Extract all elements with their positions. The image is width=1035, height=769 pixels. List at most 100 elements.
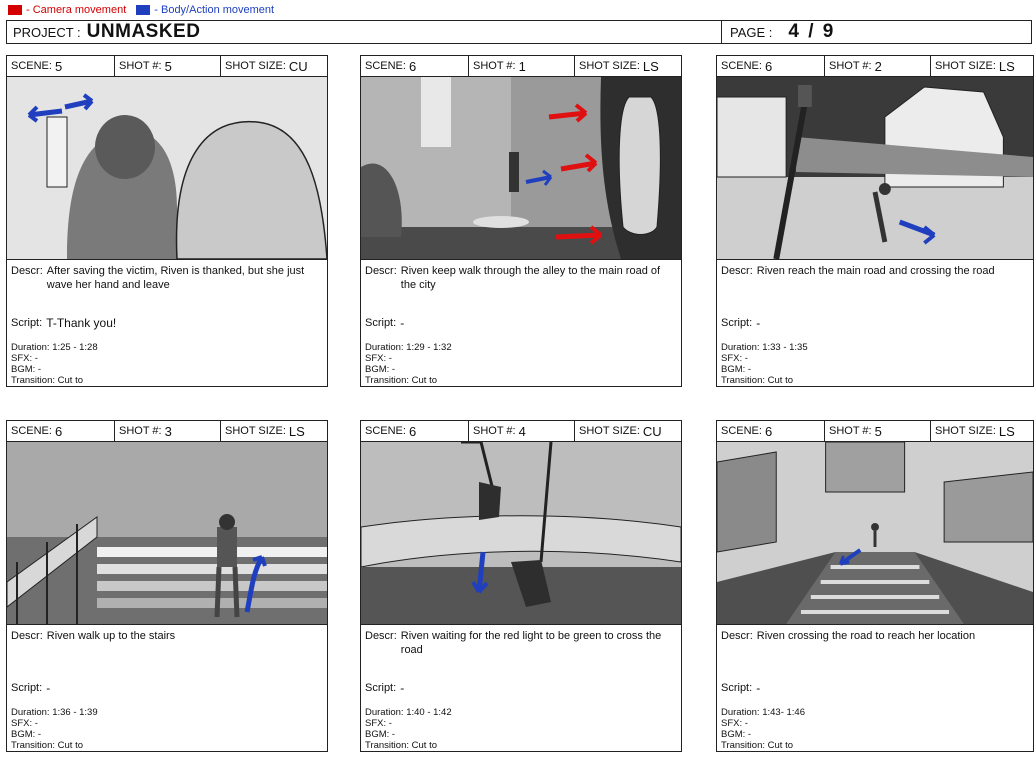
shot-size-label: SHOT SIZE: bbox=[225, 60, 286, 72]
duration-label: Duration: bbox=[721, 707, 760, 718]
description-row: Descr: Riven reach the main road and cros… bbox=[717, 260, 1033, 304]
shot-size-label: SHOT SIZE: bbox=[225, 425, 286, 437]
description-row: Descr: After saving the victim, Riven is … bbox=[7, 260, 327, 304]
bgm-line: BGM: - bbox=[721, 729, 1029, 740]
duration-value: 1:40 - 1:42 bbox=[406, 707, 452, 718]
bgm-value: - bbox=[747, 729, 752, 740]
transition-value: Cut to bbox=[411, 740, 437, 751]
scene-label: SCENE: bbox=[365, 60, 406, 72]
transition-label: Transition: bbox=[11, 375, 55, 386]
transition-label: Transition: bbox=[11, 740, 55, 751]
project-label: PROJECT : bbox=[13, 24, 81, 40]
description-row: Descr: Riven walk up to the stairs bbox=[7, 625, 327, 669]
scene-cell: SCENE: 6 bbox=[717, 421, 825, 441]
duration-value: 1:36 - 1:39 bbox=[52, 707, 98, 718]
descr-text: After saving the victim, Riven is thanke… bbox=[46, 265, 305, 291]
duration-line: Duration: 1:40 - 1:42 bbox=[365, 707, 677, 718]
storyboard-panel-3: SCENE: 6 SHOT #: 2 SHOT SIZE: LS Descr: Rive… bbox=[716, 55, 1034, 387]
shot-sketch-image bbox=[361, 442, 681, 625]
shot-size-cell: SHOT SIZE: CU bbox=[575, 421, 681, 441]
sfx-line: SFX: - bbox=[365, 718, 677, 729]
storyboard-header: PROJECT : UNMASKED PAGE : 4 / 9 bbox=[6, 20, 1032, 44]
duration-value: 1:43- 1:46 bbox=[762, 707, 805, 718]
red-swatch-icon bbox=[8, 5, 22, 15]
panel-meta: SCENE: 6 SHOT #: 3 SHOT SIZE: LS bbox=[7, 421, 327, 442]
scene-cell: SCENE: 6 bbox=[361, 421, 469, 441]
sfx-line: SFX: - bbox=[365, 353, 677, 364]
bgm-line: BGM: - bbox=[721, 364, 1029, 375]
script-label: Script: bbox=[11, 317, 43, 329]
sfx-line: SFX: - bbox=[721, 718, 1029, 729]
timing-details: Duration: 1:25 - 1:28 SFX: - BGM: - Tran… bbox=[7, 342, 327, 386]
bgm-line: BGM: - bbox=[11, 729, 323, 740]
bgm-line: BGM: - bbox=[11, 364, 323, 375]
shot-size-cell: SHOT SIZE: CU bbox=[221, 56, 327, 76]
transition-label: Transition: bbox=[365, 375, 409, 386]
shot-label: SHOT #: bbox=[119, 425, 162, 437]
scene-value: 6 bbox=[54, 423, 63, 439]
timing-details: Duration: 1:29 - 1:32 SFX: - BGM: - Tran… bbox=[361, 342, 681, 386]
shot-cell: SHOT #: 4 bbox=[469, 421, 575, 441]
panel-meta: SCENE: 6 SHOT #: 1 SHOT SIZE: LS bbox=[361, 56, 681, 77]
shot-sketch-image bbox=[717, 442, 1033, 625]
transition-label: Transition: bbox=[721, 740, 765, 751]
shot-sketch-image bbox=[7, 77, 327, 260]
script-text: - bbox=[756, 681, 761, 695]
shot-value: 5 bbox=[874, 423, 882, 439]
timing-details: Duration: 1:43- 1:46 SFX: - BGM: - Trans… bbox=[717, 707, 1033, 751]
bgm-value: - bbox=[391, 364, 396, 375]
sfx-line: SFX: - bbox=[11, 353, 323, 364]
transition-value: Cut to bbox=[767, 740, 793, 751]
scene-label: SCENE: bbox=[365, 425, 406, 437]
script-row: Script: T-Thank you! bbox=[7, 304, 327, 342]
bgm-label: BGM: bbox=[365, 729, 390, 740]
timing-details: Duration: 1:33 - 1:35 SFX: - BGM: - Tran… bbox=[717, 342, 1033, 386]
script-label: Script: bbox=[365, 317, 397, 329]
transition-line: Transition: Cut to bbox=[365, 375, 677, 386]
transition-line: Transition: Cut to bbox=[721, 375, 1029, 386]
transition-label: Transition: bbox=[721, 375, 765, 386]
script-row: Script: - bbox=[361, 304, 681, 342]
shot-size-label: SHOT SIZE: bbox=[935, 60, 996, 72]
sfx-value: - bbox=[744, 718, 748, 729]
bgm-label: BGM: bbox=[365, 364, 390, 375]
descr-text: Riven keep walk through the alley to the… bbox=[400, 265, 661, 291]
transition-value: Cut to bbox=[411, 375, 437, 386]
body-legend-label: - Body/Action movement bbox=[154, 4, 275, 16]
sfx-value: - bbox=[388, 353, 392, 364]
duration-label: Duration: bbox=[11, 707, 50, 718]
duration-value: 1:29 - 1:32 bbox=[406, 342, 452, 353]
shot-size-label: SHOT SIZE: bbox=[579, 425, 640, 437]
page-label: PAGE : bbox=[730, 24, 773, 40]
scene-cell: SCENE: 6 bbox=[717, 56, 825, 76]
shot-size-value: CU bbox=[642, 423, 662, 439]
shot-size-label: SHOT SIZE: bbox=[579, 60, 640, 72]
camera-legend-item: - Camera movement bbox=[8, 4, 126, 16]
shot-value: 1 bbox=[518, 58, 526, 74]
transition-value: Cut to bbox=[767, 375, 793, 386]
descr-label: Descr: bbox=[11, 630, 43, 642]
shot-size-value: LS bbox=[998, 423, 1015, 439]
bgm-line: BGM: - bbox=[365, 364, 677, 375]
shot-value: 3 bbox=[164, 423, 172, 439]
scene-cell: SCENE: 6 bbox=[361, 56, 469, 76]
sfx-label: SFX: bbox=[721, 353, 743, 364]
timing-details: Duration: 1:36 - 1:39 SFX: - BGM: - Tran… bbox=[7, 707, 327, 751]
duration-label: Duration: bbox=[365, 342, 404, 353]
panel-meta: SCENE: 6 SHOT #: 5 SHOT SIZE: LS bbox=[717, 421, 1033, 442]
shot-cell: SHOT #: 1 bbox=[469, 56, 575, 76]
sfx-line: SFX: - bbox=[11, 718, 323, 729]
description-row: Descr: Riven keep walk through the alley … bbox=[361, 260, 681, 304]
shot-cell: SHOT #: 5 bbox=[115, 56, 221, 76]
shot-value: 4 bbox=[518, 423, 526, 439]
timing-details: Duration: 1:40 - 1:42 SFX: - BGM: - Tran… bbox=[361, 707, 681, 751]
script-text: - bbox=[400, 681, 405, 695]
scene-value: 6 bbox=[408, 58, 417, 74]
sfx-value: - bbox=[744, 353, 748, 364]
panel-meta: SCENE: 5 SHOT #: 5 SHOT SIZE: CU bbox=[7, 56, 327, 77]
sfx-label: SFX: bbox=[721, 718, 743, 729]
duration-line: Duration: 1:29 - 1:32 bbox=[365, 342, 677, 353]
script-row: Script: - bbox=[717, 669, 1033, 707]
sfx-value: - bbox=[34, 718, 38, 729]
descr-text: Riven walk up to the stairs bbox=[46, 630, 176, 642]
